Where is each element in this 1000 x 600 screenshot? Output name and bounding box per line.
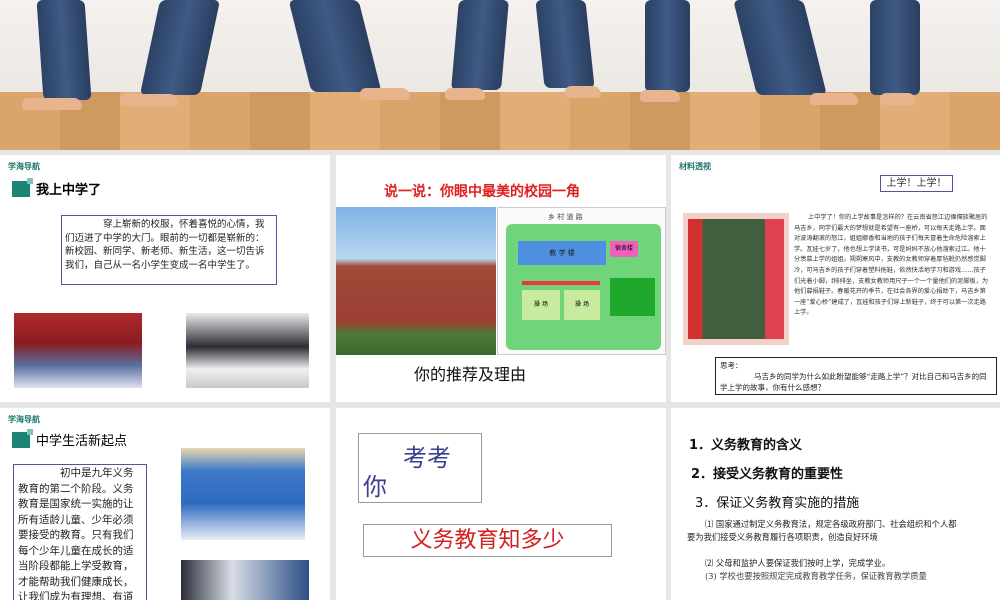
topic-box: 义务教育知多少 <box>363 524 612 557</box>
students-auditorium-photo <box>14 313 142 388</box>
title-slide-photo-legs <box>0 0 1000 150</box>
section-label: 学海导航 <box>8 415 40 424</box>
slide-thumbnail-2[interactable]: 说一说：你眼中最美的校园一角 乡 村 道 路 教 学 楼 宿舍楼 操 场 操 场… <box>336 155 666 402</box>
story-title: 上学！上学！ <box>880 175 953 192</box>
map-teaching-building: 教 学 楼 <box>518 241 606 265</box>
outline-item: 1．义务教育的含义 <box>689 438 803 453</box>
students-group-photo <box>186 313 309 388</box>
measure-point: ⑴ 国家通过制定义务教育法，规定各级政府部门、社会组织和个人都要为我们接受义务教… <box>687 519 957 542</box>
slide-title: 说一说：你眼中最美的校园一角 <box>384 184 580 200</box>
exhibition-photo <box>181 560 309 600</box>
slide-thumbnail-6[interactable]: 1．义务教育的含义 2．接受义务教育的重要性 3．保证义务教育实施的措施 ⑴ 国… <box>671 408 1000 600</box>
map-field-1: 操 场 <box>522 290 560 320</box>
square-icon <box>12 177 33 197</box>
section-label: 学海导航 <box>8 162 40 171</box>
slide-thumbnail-4[interactable]: 学海导航 中学生活新起点 初中是九年义务教育的第二个阶段。义务教育是国家统一实施… <box>0 408 330 600</box>
bridge-photo <box>683 213 789 345</box>
quiz-box: 考考 你 <box>358 433 482 503</box>
classroom-photo <box>181 448 305 540</box>
slide-thumbnail-5[interactable]: 考考 你 义务教育知多少 <box>336 408 666 600</box>
campus-map: 乡 村 道 路 教 学 楼 宿舍楼 操 场 操 场 <box>497 207 666 355</box>
story-text: 上中学了！你的上学故事是怎样的？在云南省怒江边傈僳族聚居的马吉乡，同学们最大的梦… <box>794 214 989 317</box>
outline-item: 2．接受义务教育的重要性 <box>691 467 844 482</box>
think-box: 思考： 马吉乡的同学为什么如此盼望能够“走路上学”？对比自己和马吉乡的同学上学的… <box>715 357 997 395</box>
recommendation-caption: 你的推荐及理由 <box>414 365 527 384</box>
slide-heading: 中学生活新起点 <box>12 428 127 449</box>
school-building-photo <box>336 207 496 355</box>
slide-thumbnail-1[interactable]: 学海导航 我上中学了 穿上崭新的校服，怀着喜悦的心情，我们迈进了中学的大门。眼前… <box>0 155 330 402</box>
square-icon <box>12 428 33 448</box>
slide-heading: 我上中学了 <box>12 177 101 198</box>
slide-thumbnail-3[interactable]: 材料透视 上学！上学！ 上中学了！你的上学故事是怎样的？在云南省怒江边傈僳族聚居… <box>671 155 1000 402</box>
intro-text-box: 初中是九年义务教育的第二个阶段。义务教育是国家统一实施的让所有适龄儿童、少年必须… <box>13 464 147 600</box>
section-label: 材料透视 <box>679 162 711 171</box>
measure-point: (3) 学校也要按照规定完成教育教学任务，保证教育教学质量 <box>705 571 927 581</box>
outline-item: 3．保证义务教育实施的措施 <box>695 496 860 511</box>
map-dormitory: 宿舍楼 <box>610 241 638 257</box>
measure-point: ⑵ 父母和监护人要保证我们按时上学，完成学业。 <box>705 558 891 568</box>
intro-text-box: 穿上崭新的校服，怀着喜悦的心情，我们迈进了中学的大门。眼前的一切都是崭新的：新校… <box>61 215 277 285</box>
map-field-2: 操 场 <box>564 290 600 320</box>
